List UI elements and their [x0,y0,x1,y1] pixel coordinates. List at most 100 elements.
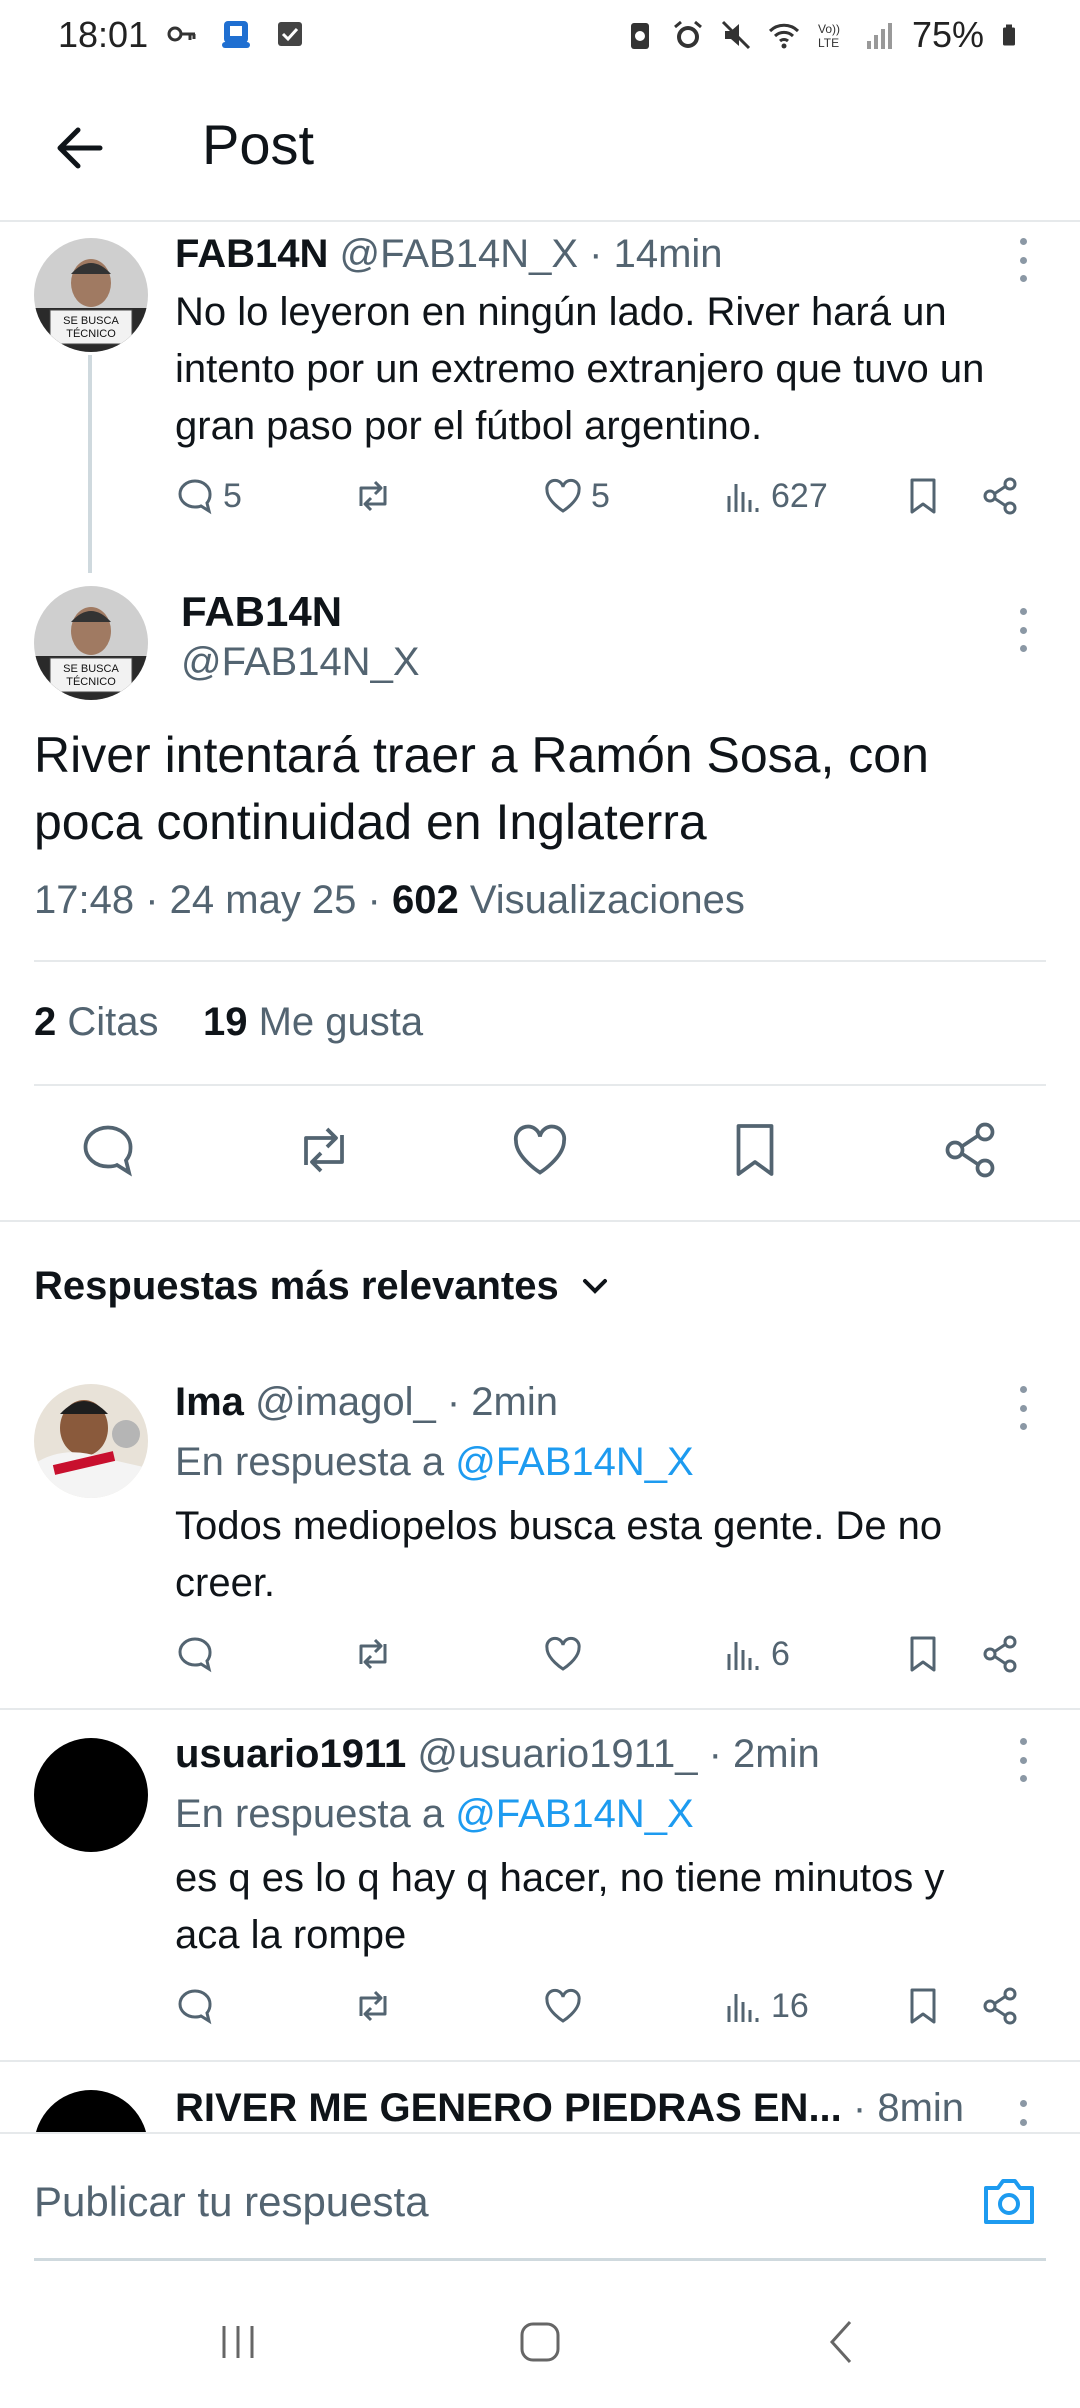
author-name[interactable]: FAB14N [175,232,328,276]
replies-sort-dropdown[interactable]: Respuestas más relevantes [34,1264,613,1309]
tweet-text: Todos mediopelos busca esta gente. De no… [175,1504,943,1605]
heart-icon[interactable] [510,1120,570,1180]
like-button[interactable]: 5 [543,476,610,516]
svg-text:TÉCNICO: TÉCNICO [66,675,116,688]
system-nav-bar [0,2272,1080,2408]
more-options-icon[interactable] [1013,238,1033,282]
heart-icon [545,1636,581,1671]
home-icon[interactable] [510,2312,570,2372]
thread-connector [88,355,92,573]
reply-count: 5 [223,476,242,515]
author-name[interactable]: usuario1911 [175,1732,406,1776]
camera-icon[interactable] [980,2172,1038,2230]
share-button[interactable] [980,476,1020,516]
retweet-button[interactable] [353,1634,393,1674]
retweet-icon[interactable] [294,1120,354,1180]
reply-button[interactable] [175,1634,215,1674]
divider [0,1220,1080,1222]
likes-link[interactable]: 19 Me gusta [203,1000,423,1044]
signal-icon [866,23,892,49]
views-button[interactable]: 627 [723,476,828,516]
tweet-text: es q es lo q hay q hacer, no tiene minut… [175,1856,945,1957]
bookmark-button[interactable] [903,476,943,516]
avatar[interactable] [34,2090,148,2132]
author-handle[interactable]: @FAB14N_X [340,232,579,276]
more-options-icon[interactable] [1013,2100,1033,2132]
tweet-timestamp: 17:48 · 24 may 25 · 602 Visualizaciones [34,878,745,922]
composer-underline [34,2258,1046,2261]
author-handle[interactable]: @imagol_ [255,1380,436,1424]
bookmark-button[interactable] [903,1986,943,2026]
author-handle[interactable]: @FAB14N_X [181,640,420,685]
battery-saver-icon [630,23,649,49]
more-options-icon[interactable] [1013,1386,1033,1430]
avatar[interactable] [34,1384,148,1498]
status-time: 18:01 [58,14,149,55]
share-button[interactable] [980,1634,1020,1674]
reply-input[interactable]: Publicar tu respuesta [34,2178,429,2226]
views-chart-icon [727,1642,759,1670]
retweet-button[interactable] [353,1986,393,2026]
reply-context: En respuesta a @FAB14N_X [175,1440,694,1484]
share-icon [983,1987,1017,2025]
svg-text:SE BUSCA: SE BUSCA [63,663,119,675]
avatar[interactable]: SE BUSCA TÉCNICO [34,586,148,700]
views-chart-icon [727,1994,759,2022]
bookmark-icon [910,1636,936,1672]
bookmark-icon [910,1988,936,2024]
back-nav-icon[interactable] [812,2312,872,2372]
mention-link[interactable]: @FAB14N_X [455,1792,694,1836]
more-options-icon[interactable] [1013,608,1033,652]
mention-link[interactable]: @FAB14N_X [455,1440,694,1484]
reply-tweet[interactable]: RIVER ME GENERO PIEDRAS EN... · 8min [0,2090,1080,2132]
views-button[interactable]: 6 [723,1634,790,1674]
reply-icon [178,1637,212,1673]
battery-icon [1003,24,1015,46]
retweet-icon [359,480,387,512]
heart-icon [545,1988,581,2023]
share-icon [983,1635,1017,1673]
arrow-left-icon[interactable] [50,118,110,178]
heart-icon [545,478,581,513]
divider [0,2060,1080,2062]
chevron-down-icon [582,1278,607,1294]
retweet-button[interactable] [353,476,393,516]
like-button[interactable] [543,1986,583,2026]
views-count: 16 [771,1986,809,2025]
page-title: Post [202,113,315,176]
bookmark-icon[interactable] [725,1120,785,1180]
svg-text:LTE: LTE [818,36,839,50]
views-chart-icon [727,484,759,512]
author-name[interactable]: RIVER ME GENERO PIEDRAS EN... [175,2090,842,2130]
engagement-stats: 2 Citas 19 Me gusta [34,1000,423,1045]
author-handle[interactable]: @usuario1911_ [417,1732,697,1776]
more-options-icon[interactable] [1013,1738,1033,1782]
wifi-icon [768,23,799,49]
avatar[interactable] [34,1738,148,1852]
checkbox-icon [278,22,302,46]
retweet-icon [359,1990,387,2022]
reply-icon [178,1989,212,2025]
tweet-text: River intentará traer a Ramón Sosa, con … [34,727,929,850]
recent-apps-icon[interactable] [208,2312,268,2372]
reply-button[interactable]: 5 [175,476,242,516]
views-count: 627 [771,476,828,515]
key-icon [167,26,196,42]
views-button[interactable]: 16 [723,1986,809,2026]
reply-button[interactable] [175,1986,215,2026]
author-name[interactable]: FAB14N [181,588,342,636]
bookmark-button[interactable] [903,1634,943,1674]
app-notification-icon [222,21,250,48]
quotes-link[interactable]: 2 Citas [34,1000,159,1044]
divider [0,1708,1080,1710]
like-button[interactable] [543,1634,583,1674]
svg-text:TÉCNICO: TÉCNICO [66,327,116,340]
share-button[interactable] [980,1986,1020,2026]
reply-icon[interactable] [78,1120,138,1180]
main-tweet-actions [0,1120,1080,1190]
share-icon[interactable] [940,1120,1000,1180]
avatar[interactable]: SE BUSCA TÉCNICO [34,238,148,352]
alarm-icon [673,20,702,48]
share-icon [983,477,1017,515]
author-name[interactable]: Ima [175,1380,244,1424]
